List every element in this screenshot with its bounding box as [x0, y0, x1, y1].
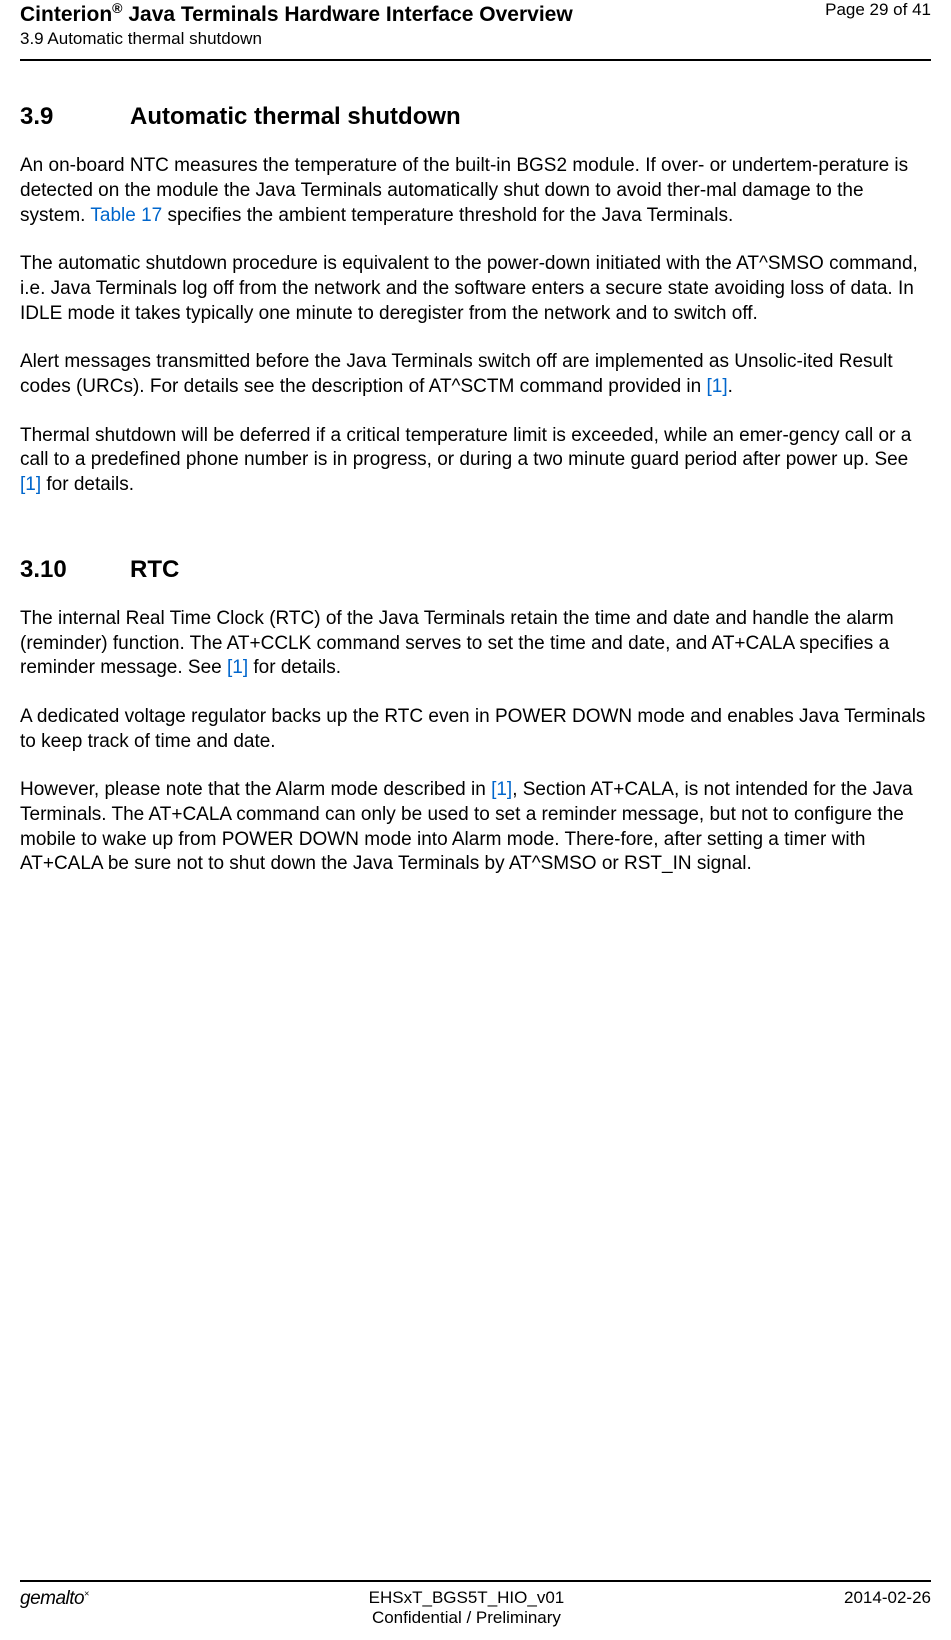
section-number: 3.10 — [20, 554, 130, 585]
link-ref-1[interactable]: [1] — [227, 657, 248, 678]
paragraph-3-9-4: Thermal shutdown will be deferred if a c… — [20, 424, 931, 498]
footer-confidentiality: Confidential / Preliminary — [369, 1608, 565, 1628]
section-title: RTC — [130, 554, 179, 585]
section-title: Automatic thermal shutdown — [130, 101, 461, 132]
logo-symbol: × — [84, 1589, 89, 1599]
text-fragment: . — [728, 376, 733, 397]
header-subtitle: 3.9 Automatic thermal shutdown — [20, 29, 573, 49]
paragraph-3-10-1: The internal Real Time Clock (RTC) of th… — [20, 607, 931, 681]
title-suffix: Java Terminals Hardware Interface Overvi… — [123, 3, 573, 26]
text-fragment: Thermal shutdown will be deferred if a c… — [20, 425, 911, 471]
footer-divider — [20, 1580, 931, 1582]
section-heading-3-9: 3.9 Automatic thermal shutdown — [20, 101, 931, 132]
header-left: Cinterion® Java Terminals Hardware Inter… — [20, 0, 573, 49]
footer-date: 2014-02-26 — [844, 1588, 931, 1608]
link-ref-1[interactable]: [1] — [491, 779, 512, 800]
text-fragment: for details. — [41, 474, 134, 495]
text-fragment: Alert messages transmitted before the Ja… — [20, 351, 893, 397]
link-table-17[interactable]: Table 17 — [90, 205, 162, 226]
link-ref-1[interactable]: [1] — [707, 376, 728, 397]
footer-doc-id: EHSxT_BGS5T_HIO_v01 — [369, 1588, 565, 1608]
page-content: 3.9 Automatic thermal shutdown An on-boa… — [0, 61, 951, 877]
paragraph-3-10-3: However, please note that the Alarm mode… — [20, 778, 931, 877]
registered-symbol: ® — [112, 0, 122, 16]
paragraph-3-9-2: The automatic shutdown procedure is equi… — [20, 252, 931, 326]
text-fragment: for details. — [248, 657, 341, 678]
footer-logo: gemalto× — [20, 1588, 89, 1610]
page-header: Cinterion® Java Terminals Hardware Inter… — [0, 0, 951, 61]
section-heading-3-10: 3.10 RTC — [20, 554, 931, 585]
page-number: Page 29 of 41 — [825, 0, 931, 20]
document-title: Cinterion® Java Terminals Hardware Inter… — [20, 0, 573, 27]
title-prefix: Cinterion — [20, 3, 112, 26]
text-fragment: The internal Real Time Clock (RTC) of th… — [20, 608, 894, 678]
footer-content: gemalto× EHSxT_BGS5T_HIO_v01 Confidentia… — [20, 1588, 931, 1628]
paragraph-3-9-3: Alert messages transmitted before the Ja… — [20, 350, 931, 399]
header-top-row: Cinterion® Java Terminals Hardware Inter… — [20, 0, 931, 49]
logo-text: gemalto — [20, 1588, 84, 1609]
paragraph-3-10-2: A dedicated voltage regulator backs up t… — [20, 705, 931, 754]
text-fragment: However, please note that the Alarm mode… — [20, 779, 491, 800]
page-footer: gemalto× EHSxT_BGS5T_HIO_v01 Confidentia… — [0, 1580, 951, 1628]
paragraph-3-9-1: An on-board NTC measures the temperature… — [20, 154, 931, 228]
text-fragment: specifies the ambient temperature thresh… — [162, 205, 733, 226]
footer-center: EHSxT_BGS5T_HIO_v01 Confidential / Preli… — [369, 1588, 565, 1628]
link-ref-1[interactable]: [1] — [20, 474, 41, 495]
section-number: 3.9 — [20, 101, 130, 132]
header-divider — [20, 59, 931, 61]
